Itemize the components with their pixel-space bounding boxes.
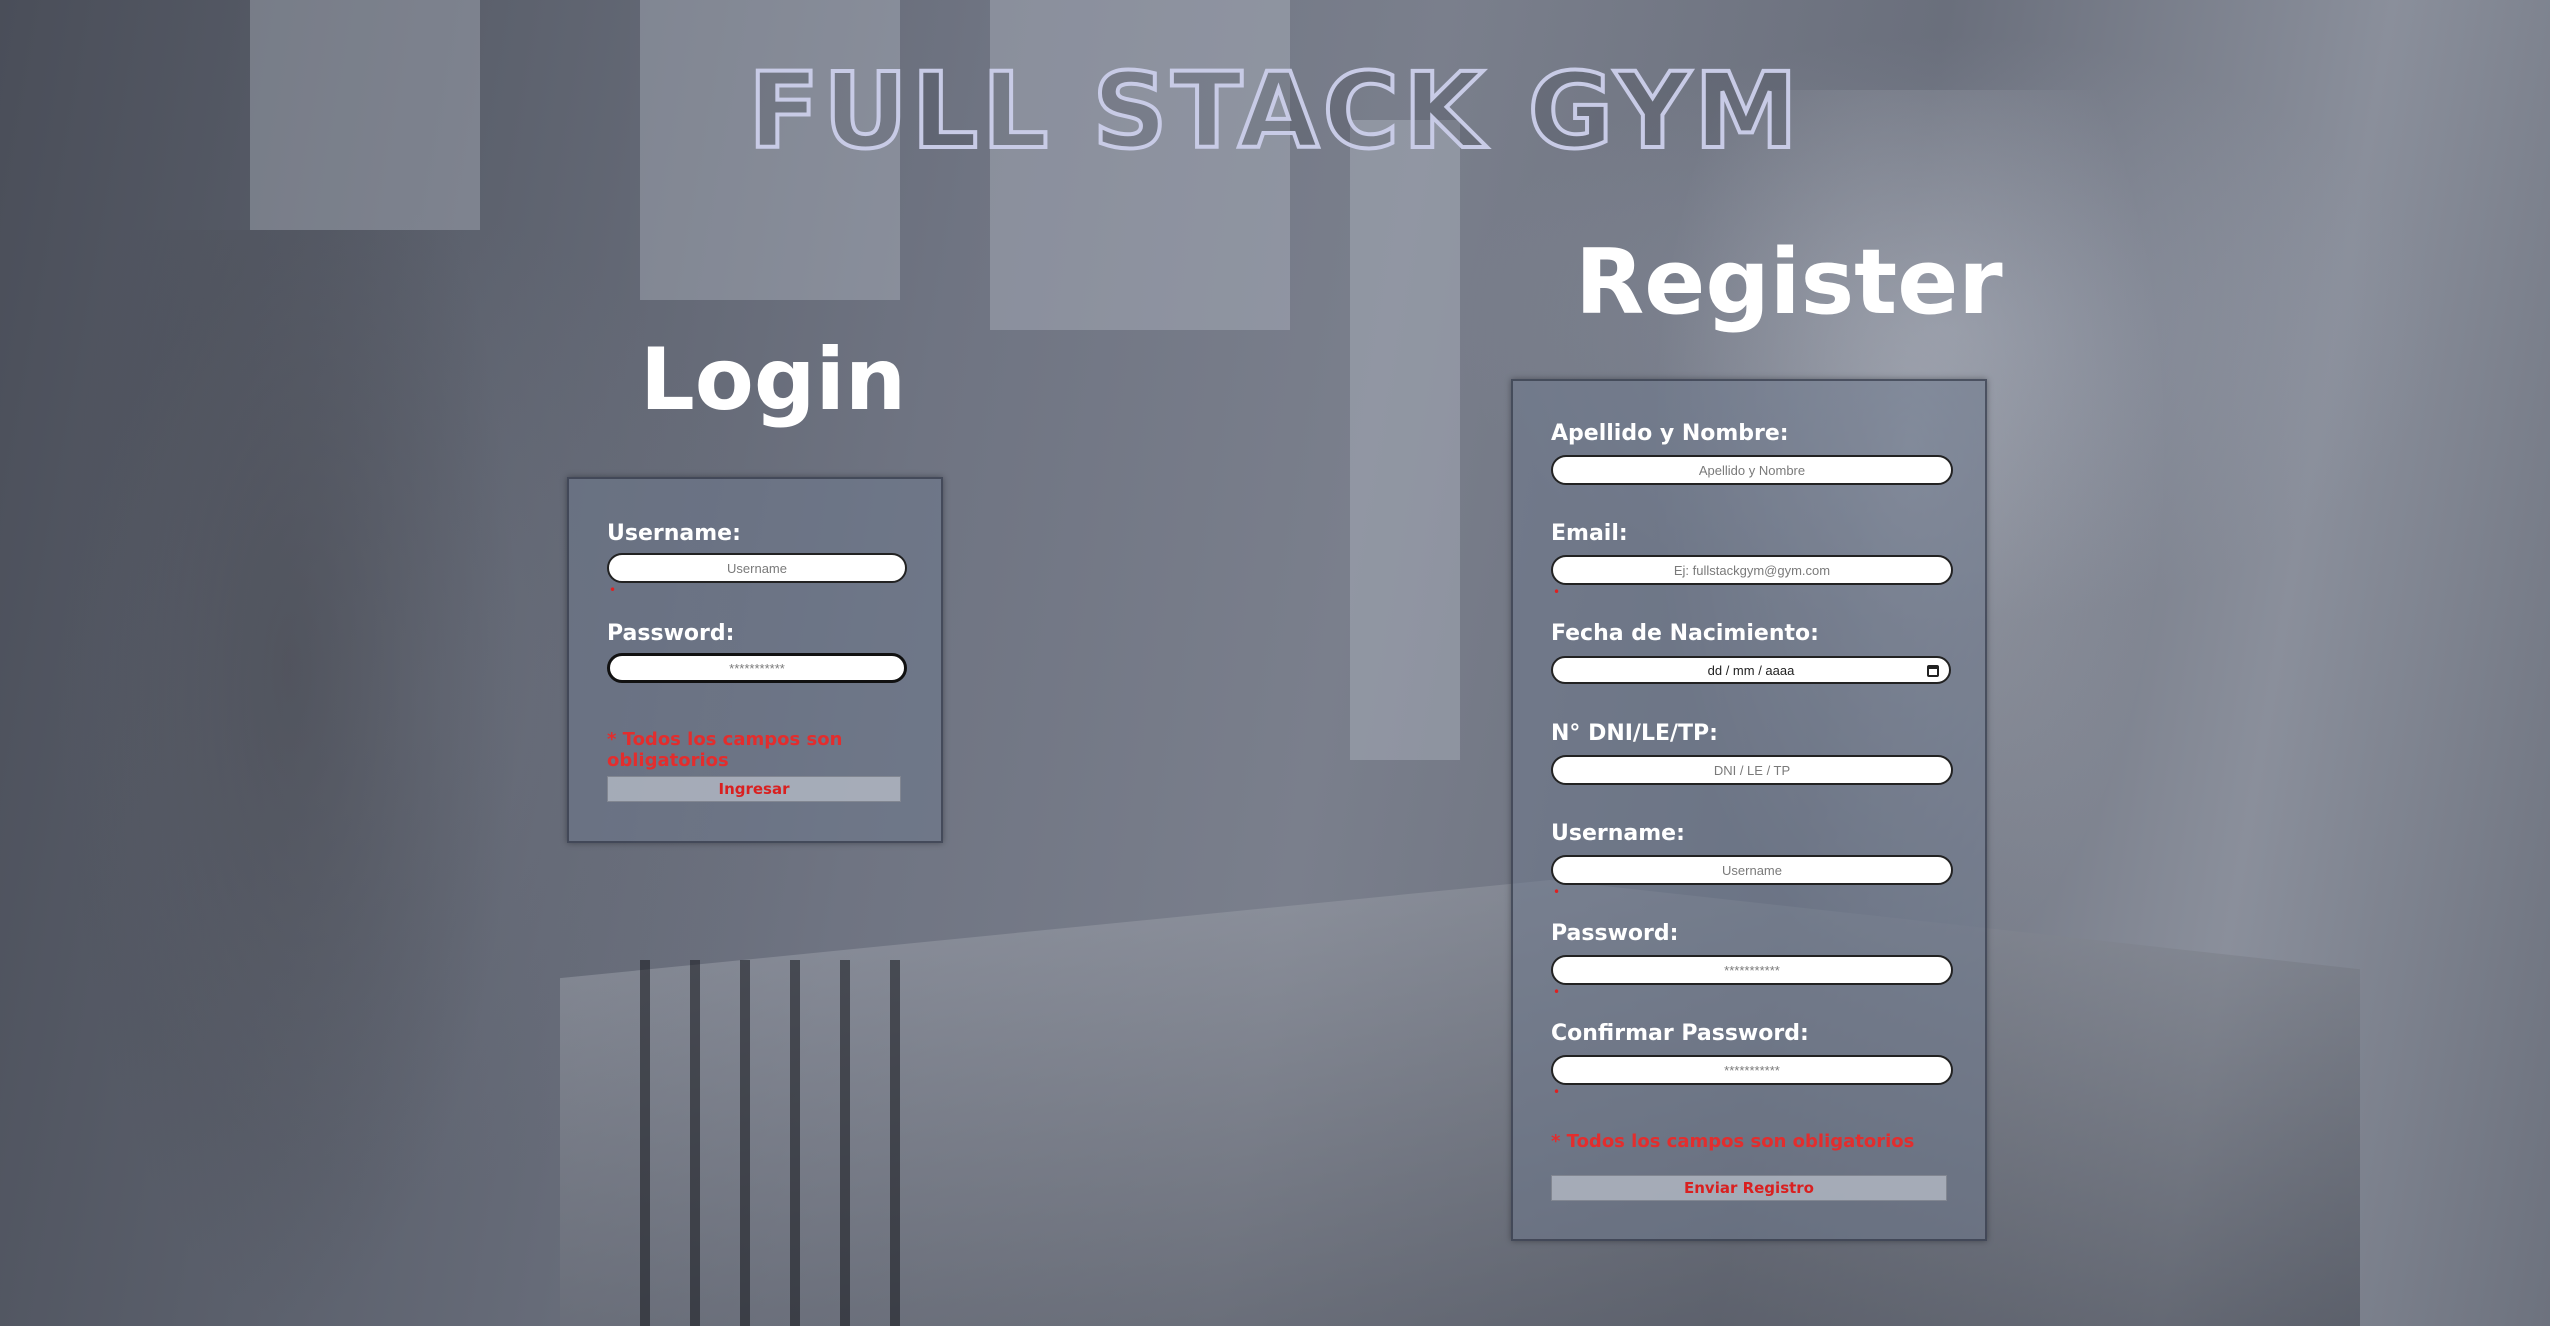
register-fullname-input[interactable] <box>1551 455 1953 485</box>
required-marker: • <box>609 583 617 597</box>
background-window <box>1350 120 1460 760</box>
register-dni-label: N° DNI/LE/TP: <box>1551 721 1718 746</box>
background-rail <box>740 960 750 1326</box>
register-birthdate-input[interactable]: dd / mm / aaaa <box>1551 656 1951 684</box>
register-username-label: Username: <box>1551 821 1685 846</box>
background-person-left <box>60 230 520 1326</box>
required-marker: • <box>1553 885 1561 899</box>
birthdate-value: dd / mm / aaaa <box>1707 662 1795 678</box>
background-rail <box>690 960 700 1326</box>
background-photo <box>0 0 2550 1326</box>
background-counter <box>560 880 2360 1326</box>
login-heading: Login <box>640 330 907 430</box>
background-rail <box>790 960 800 1326</box>
register-email-label: Email: <box>1551 521 1628 546</box>
login-submit-button[interactable]: Ingresar <box>607 776 901 802</box>
required-marker: • <box>1553 585 1561 599</box>
register-password-input[interactable] <box>1551 955 1953 985</box>
page-title: FULL STACK GYM <box>746 48 1802 174</box>
register-confirm-password-input[interactable] <box>1551 1055 1953 1085</box>
background-rail <box>890 960 900 1326</box>
calendar-icon[interactable] <box>1927 665 1939 677</box>
background-rail <box>840 960 850 1326</box>
background-rail <box>640 960 650 1326</box>
register-required-note: * Todos los campos son obligatorios <box>1551 1131 1915 1152</box>
register-heading: Register <box>1575 230 2003 335</box>
login-password-input[interactable] <box>607 653 907 683</box>
login-form: Username: • Password: * Todos los campos… <box>567 477 943 843</box>
login-username-label: Username: <box>607 521 741 546</box>
login-required-note: * Todos los campos son obligatorios <box>607 729 843 771</box>
register-birthdate-label: Fecha de Nacimiento: <box>1551 621 1819 646</box>
register-password-label: Password: <box>1551 921 1679 946</box>
register-submit-button[interactable]: Enviar Registro <box>1551 1175 1947 1201</box>
required-marker: • <box>1553 985 1561 999</box>
register-email-input[interactable] <box>1551 555 1953 585</box>
register-form: Apellido y Nombre: Email: • Fecha de Nac… <box>1511 379 1987 1241</box>
register-confirm-password-label: Confirmar Password: <box>1551 1021 1809 1046</box>
register-fullname-label: Apellido y Nombre: <box>1551 421 1789 446</box>
login-username-input[interactable] <box>607 553 907 583</box>
login-password-label: Password: <box>607 621 735 646</box>
register-dni-input[interactable] <box>1551 755 1953 785</box>
register-username-input[interactable] <box>1551 855 1953 885</box>
required-marker: • <box>1553 1085 1561 1099</box>
